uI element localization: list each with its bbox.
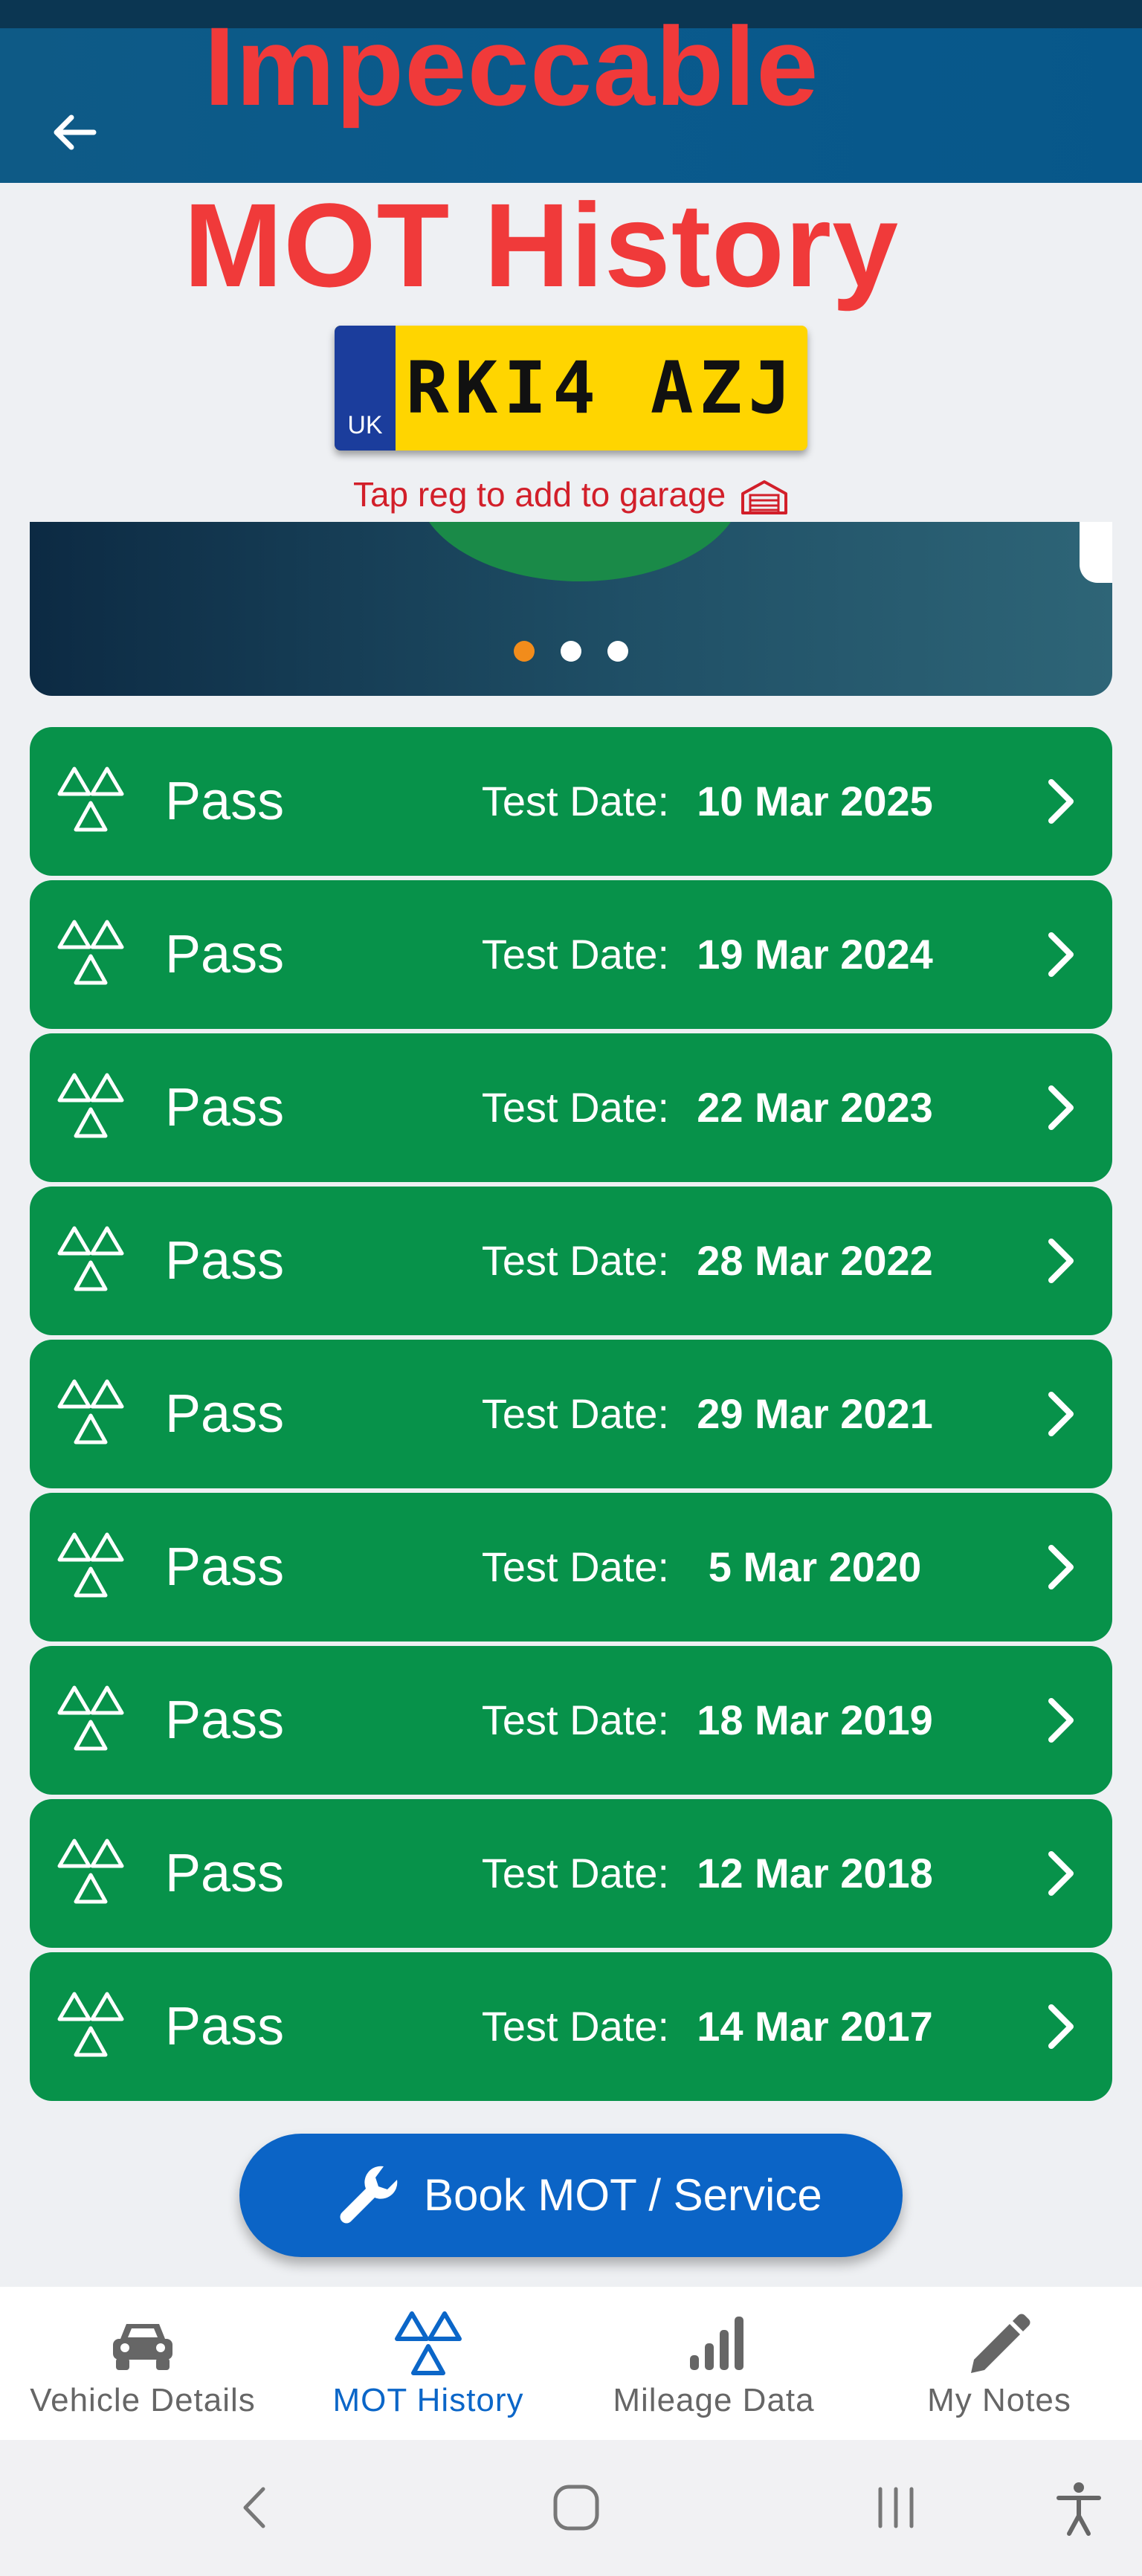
test-date-label: Test Date: xyxy=(481,2003,669,2050)
nav-my-notes[interactable]: My Notes xyxy=(856,2287,1142,2440)
plate-country-code: UK xyxy=(347,411,383,439)
carousel-dot-3[interactable] xyxy=(607,641,629,662)
test-date-value: 18 Mar 2019 xyxy=(697,1697,933,1743)
home-icon[interactable] xyxy=(543,2474,610,2541)
mot-triangle-icon xyxy=(57,1685,124,1751)
mot-result: Pass xyxy=(165,772,285,831)
chevron-right-icon xyxy=(1048,1545,1074,1589)
nav-mot-history-label: MOT History xyxy=(332,2382,524,2418)
mot-history-list: Pass Test Date: 10 Mar 2025 Pass Test Da… xyxy=(30,727,1112,2105)
test-date-label: Test Date: xyxy=(481,1390,669,1437)
mot-test-row[interactable]: Pass Test Date: 5 Mar 2020 xyxy=(30,1493,1112,1642)
car-icon xyxy=(113,2324,172,2370)
wrench-icon xyxy=(340,2166,398,2224)
test-date-value: 12 Mar 2018 xyxy=(697,1850,933,1897)
garage-icon xyxy=(741,480,788,514)
bottom-nav: Vehicle Details MOT History Mileage Data… xyxy=(0,2287,1142,2440)
accessibility-icon[interactable] xyxy=(1045,2474,1112,2541)
chevron-right-icon xyxy=(1048,1239,1074,1283)
test-date-label: Test Date: xyxy=(481,1543,669,1590)
add-to-garage-text: Tap reg to add to garage xyxy=(352,475,726,514)
system-nav-bar xyxy=(0,2440,1142,2576)
mot-result: Pass xyxy=(165,1231,285,1291)
nav-vehicle-details[interactable]: Vehicle Details xyxy=(0,2287,286,2440)
back-icon[interactable] xyxy=(223,2474,290,2541)
test-date-label: Test Date: xyxy=(481,1237,669,1284)
mot-result: Pass xyxy=(165,1078,285,1137)
mot-test-row[interactable]: Pass Test Date: 18 Mar 2019 xyxy=(30,1646,1112,1795)
mot-test-row[interactable]: Pass Test Date: 14 Mar 2017 xyxy=(30,1952,1112,2101)
chevron-right-icon xyxy=(1048,779,1074,824)
chevron-right-icon xyxy=(1048,1698,1074,1743)
plate-country-band: UK xyxy=(335,326,396,451)
carousel-dots xyxy=(30,641,1112,665)
mot-triangle-icon xyxy=(395,2311,462,2375)
overlay-title-line1: Impeccable xyxy=(204,4,819,129)
test-date-value: 19 Mar 2024 xyxy=(697,931,933,978)
test-date-value: 5 Mar 2020 xyxy=(708,1543,922,1590)
chevron-right-icon xyxy=(1048,1392,1074,1436)
test-date-label: Test Date: xyxy=(481,778,669,824)
carousel-next-card-edge xyxy=(1080,522,1112,583)
nav-vehicle-details-label: Vehicle Details xyxy=(30,2382,256,2418)
test-date-value: 22 Mar 2023 xyxy=(697,1084,933,1131)
mot-result: Pass xyxy=(165,1844,285,1903)
nav-mileage-data[interactable]: Mileage Data xyxy=(571,2287,856,2440)
chevron-right-icon xyxy=(1048,1851,1074,1896)
mot-result: Pass xyxy=(165,925,285,984)
overlay-title-line2: MOT History xyxy=(183,178,900,311)
mot-triangle-icon xyxy=(57,1379,124,1444)
mot-result: Pass xyxy=(165,1384,285,1444)
mot-triangle-icon xyxy=(57,1992,124,2057)
book-button-label: Book MOT / Service xyxy=(424,2170,822,2220)
nav-mot-history[interactable]: MOT History xyxy=(286,2287,571,2440)
chevron-right-icon xyxy=(1048,2004,1074,2049)
mot-test-row[interactable]: Pass Test Date: 19 Mar 2024 xyxy=(30,880,1112,1029)
mot-result: Pass xyxy=(165,1537,285,1597)
mot-result: Pass xyxy=(165,1691,285,1750)
test-date-value: 14 Mar 2017 xyxy=(697,2003,933,2050)
mot-test-row[interactable]: Pass Test Date: 12 Mar 2018 xyxy=(30,1799,1112,1948)
carousel-dot-2[interactable] xyxy=(561,641,581,662)
test-date-value: 28 Mar 2022 xyxy=(697,1237,933,1284)
test-date-label: Test Date: xyxy=(481,1697,669,1743)
mot-result: Pass xyxy=(165,1997,285,2056)
nav-my-notes-label: My Notes xyxy=(927,2382,1071,2418)
test-date-value: 29 Mar 2021 xyxy=(697,1390,933,1437)
chevron-right-icon xyxy=(1048,1085,1074,1130)
signal-bars-icon xyxy=(690,2317,743,2370)
test-date-label: Test Date: xyxy=(481,1084,669,1131)
nav-mileage-data-label: Mileage Data xyxy=(613,2382,815,2418)
mot-triangle-icon xyxy=(57,766,124,832)
mot-triangle-icon xyxy=(57,1532,124,1598)
mot-test-row[interactable]: Pass Test Date: 29 Mar 2021 xyxy=(30,1340,1112,1488)
mot-test-row[interactable]: Pass Test Date: 10 Mar 2025 xyxy=(30,727,1112,876)
mot-test-row[interactable]: Pass Test Date: 28 Mar 2022 xyxy=(30,1187,1112,1335)
mot-test-row[interactable]: Pass Test Date: 22 Mar 2023 xyxy=(30,1033,1112,1182)
promo-carousel[interactable] xyxy=(30,522,1112,696)
book-mot-service-button[interactable]: Book MOT / Service xyxy=(239,2134,903,2257)
mot-triangle-icon xyxy=(57,1839,124,1904)
recents-icon[interactable] xyxy=(862,2474,929,2541)
test-date-label: Test Date: xyxy=(481,1850,669,1897)
mot-triangle-icon xyxy=(57,1073,124,1138)
test-date-label: Test Date: xyxy=(481,931,669,978)
mot-triangle-icon xyxy=(57,1226,124,1291)
registration-plate[interactable]: UK RKI4 AZJ xyxy=(335,326,807,451)
mot-triangle-icon xyxy=(57,920,124,985)
test-date-value: 10 Mar 2025 xyxy=(697,778,933,824)
carousel-graphic xyxy=(416,522,743,581)
carousel-dot-1[interactable] xyxy=(513,641,535,662)
plate-registration: RKI4 AZJ xyxy=(405,346,798,430)
add-to-garage-hint[interactable]: Tap reg to add to garage xyxy=(0,474,1142,516)
pencil-icon xyxy=(971,2314,1030,2373)
chevron-right-icon xyxy=(1048,932,1074,977)
